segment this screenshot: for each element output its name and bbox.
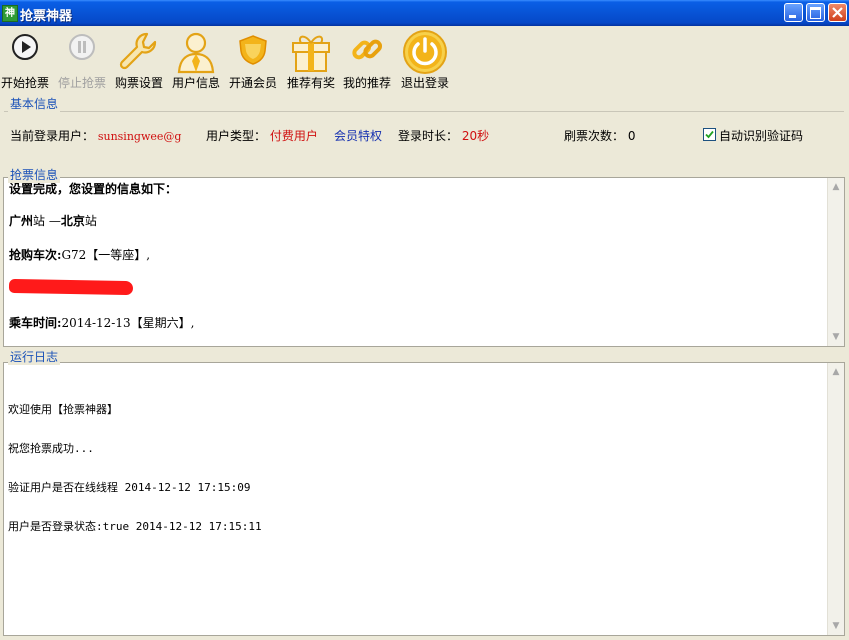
user-icon [177,32,215,74]
referral-reward-button[interactable]: 推荐有奖 [284,28,338,92]
route-separator: 站 — [33,214,61,228]
route-end: 站 [84,214,97,228]
close-button[interactable] [828,3,847,22]
log-line: 祝您抢票成功... [8,442,94,455]
minimize-button[interactable] [784,3,803,22]
toolbar: 开始抢票 停止抢票 购票设置 用户信息 开通会员 推荐有奖 我的推荐 退出登录 [0,28,849,92]
user-type-value: 付费用户 [269,129,318,143]
basic-info-divider [4,111,844,112]
checkmark-icon [705,130,714,139]
route-from: 广州 [9,214,34,228]
refresh-count-row: 刷票次数： 0 [564,127,635,144]
stop-button[interactable]: 停止抢票 [56,28,108,92]
refresh-count-label: 刷票次数： [564,129,625,143]
auto-captcha-label[interactable]: 自动识别验证码 [719,127,803,144]
shield-icon [239,35,267,65]
logout-label: 退出登录 [400,76,449,90]
logout-button[interactable]: 退出登录 [398,28,452,92]
run-log-title: 运行日志 [8,348,61,365]
user-type-label: 用户类型： [206,129,267,143]
membership-label: 开通会员 [228,76,277,90]
login-duration-value: 20秒 [461,129,490,143]
route-to: 北京 [60,214,85,228]
window-title: 抢票神器 [20,9,73,24]
ticket-settings-label: 购票设置 [114,76,163,90]
current-user-label: 当前登录用户： [10,129,95,143]
stop-label: 停止抢票 [57,76,106,90]
gift-icon [292,35,330,72]
title-bar[interactable]: 神 抢票神器 [0,0,849,26]
ticket-info-title: 抢票信息 [8,166,61,183]
log-line: 验证用户是否在线线程 2014-12-12 17:15:09 [8,481,251,494]
current-user-value: sunsingwee@g [97,130,182,143]
date-label: 乘车时间: [9,316,62,330]
user-info-label: 用户信息 [171,76,220,90]
redaction-mark [8,278,134,296]
membership-button[interactable]: 开通会员 [227,28,279,92]
ticket-route: 广州站 —北京站 [9,212,97,229]
run-log-text: 欢迎使用【抢票神器】 祝您抢票成功... 验证用户是否在线线程 2014-12-… [8,377,824,559]
my-referrals-button[interactable]: 我的推荐 [341,28,393,92]
ticket-info-box[interactable]: 设置完成，您设置的信息如下： 广州站 —北京站 抢购车次:G72【一等座】, 乘… [3,177,845,347]
login-duration-label: 登录时长： [398,129,459,143]
power-icon [403,30,447,74]
scroll-up-icon[interactable]: ▲ [829,365,843,379]
user-info-button[interactable]: 用户信息 [170,28,222,92]
pause-icon [69,34,95,60]
scroll-down-icon[interactable]: ▼ [829,330,843,344]
link-icon [352,39,383,60]
basic-info-title: 基本信息 [8,95,61,112]
referral-reward-label: 推荐有奖 [286,76,335,90]
ticket-info-text: 设置完成，您设置的信息如下： 广州站 —北京站 抢购车次:G72【一等座】, 乘… [7,178,825,346]
run-log-box[interactable]: 欢迎使用【抢票神器】 祝您抢票成功... 验证用户是否在线线程 2014-12-… [3,362,845,636]
login-duration-row: 登录时长： 20秒 [398,127,489,144]
play-icon [12,34,38,60]
close-icon [832,7,843,18]
user-type-row: 用户类型： 付费用户 [206,127,318,144]
member-privileges-link[interactable]: 会员特权 [334,127,382,144]
scroll-up-icon[interactable]: ▲ [829,180,843,194]
scroll-down-icon[interactable]: ▼ [829,619,843,633]
wrench-icon [119,32,157,70]
date-value: 2014-12-13【星期六】, [61,316,195,330]
ticket-train: 抢购车次:G72【一等座】, [9,246,150,263]
app-icon: 神 [2,5,18,22]
ticket-scrollbar[interactable]: ▲ ▼ [827,178,844,346]
ticket-settings-button[interactable]: 购票设置 [113,28,165,92]
auto-captcha-checkbox[interactable] [703,128,716,141]
refresh-count-value: 0 [627,129,636,143]
start-label: 开始抢票 [0,76,49,90]
maximize-button[interactable] [806,3,825,22]
train-value: G72【一等座】, [61,248,151,262]
ticket-date: 乘车时间:2014-12-13【星期六】, [9,314,194,331]
log-line: 用户是否登录状态:true 2014-12-12 17:15:11 [8,520,262,533]
start-button[interactable]: 开始抢票 [0,28,50,92]
current-user-row: 当前登录用户： sunsingwee@g [10,127,181,144]
train-label: 抢购车次: [9,248,62,262]
my-referrals-label: 我的推荐 [342,76,391,90]
log-line: 欢迎使用【抢票神器】 [8,403,118,416]
log-scrollbar[interactable]: ▲ ▼ [827,363,844,635]
